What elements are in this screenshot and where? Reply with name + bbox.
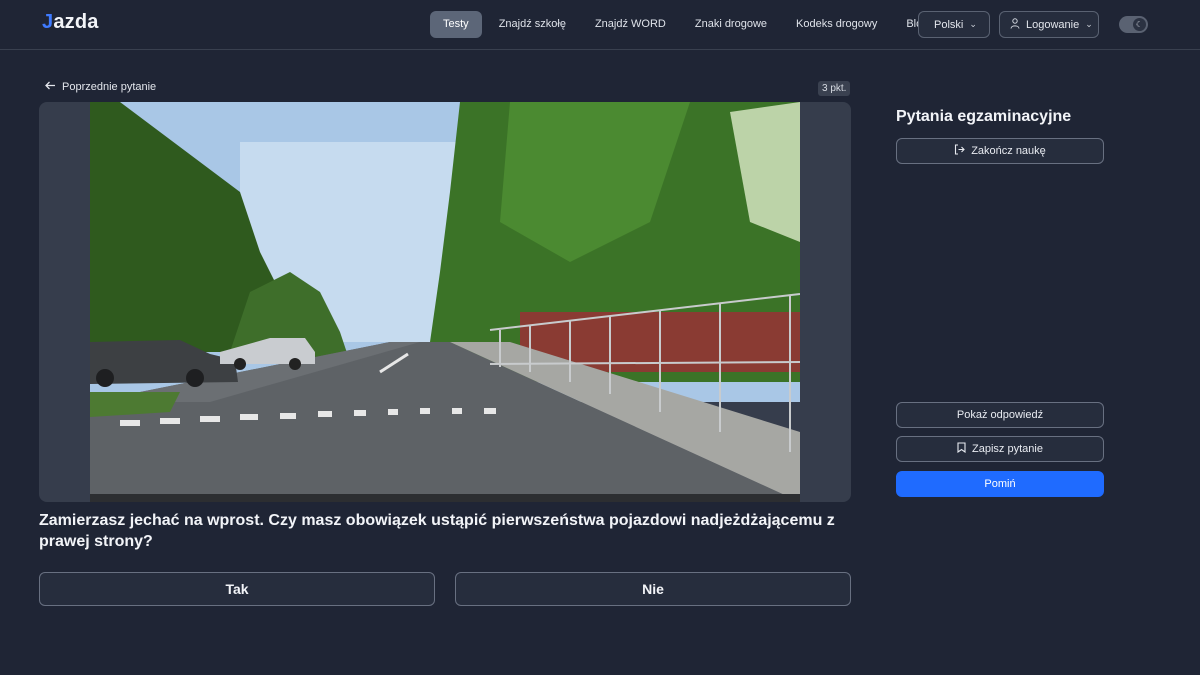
sidebar-title: Pytania egzaminacyjne: [896, 108, 1072, 125]
question-text: Zamierzasz jechać na wprost. Czy masz ob…: [39, 512, 835, 550]
finish-learning-label: Zakończ naukę: [971, 145, 1046, 157]
answer-tak-button[interactable]: Tak: [39, 572, 435, 606]
save-question-label: Zapisz pytanie: [972, 443, 1043, 455]
points-badge: 3 pkt.: [818, 81, 851, 96]
nav-znaki-drogowe[interactable]: Znaki drogowe: [695, 11, 767, 38]
language-label: Polski: [934, 18, 964, 31]
logo-letter-j: J: [42, 11, 54, 33]
login-label: Logowanie: [1026, 18, 1080, 31]
logout-icon: [954, 144, 965, 158]
question-media: [39, 102, 851, 502]
save-question-button[interactable]: Zapisz pytanie: [896, 436, 1104, 462]
show-answer-button[interactable]: Pokaż odpowiedź: [896, 402, 1104, 428]
chevron-down-icon: ⌄: [969, 19, 977, 29]
login-button[interactable]: Logowanie ⌄: [999, 11, 1099, 38]
road-scene-image: [90, 102, 800, 502]
moon-icon: ☾: [1133, 18, 1146, 31]
skip-button[interactable]: Pomiń: [896, 471, 1104, 497]
skip-label: Pomiń: [984, 478, 1016, 490]
nav-znajdz-szkole[interactable]: Znajdź szkołę: [499, 11, 566, 38]
language-select[interactable]: Polski ⌄: [918, 11, 990, 38]
user-icon: [1010, 17, 1020, 32]
logo-text: azda: [53, 11, 99, 33]
nav-kodeks-drogowy[interactable]: Kodeks drogowy: [796, 11, 877, 38]
previous-question-label: Poprzednie pytanie: [62, 81, 157, 93]
arrow-left-icon: [45, 81, 56, 93]
bookmark-icon: [957, 442, 966, 456]
theme-toggle[interactable]: ☾: [1119, 16, 1148, 33]
nav-testy[interactable]: Testy: [430, 11, 482, 38]
logo[interactable]: Jazda: [42, 11, 99, 34]
previous-question-link[interactable]: Poprzednie pytanie: [45, 81, 156, 93]
main-nav: Testy Znajdź szkołę Znajdź WORD Znaki dr…: [430, 11, 928, 38]
chevron-down-icon: ⌄: [1085, 19, 1093, 29]
nav-znajdz-word[interactable]: Znajdź WORD: [595, 11, 666, 38]
top-header: Jazda Testy Znajdź szkołę Znajdź WORD Zn…: [0, 0, 1200, 50]
finish-learning-button[interactable]: Zakończ naukę: [896, 138, 1104, 164]
answer-nie-button[interactable]: Nie: [455, 572, 851, 606]
show-answer-label: Pokaż odpowiedź: [956, 409, 1044, 421]
